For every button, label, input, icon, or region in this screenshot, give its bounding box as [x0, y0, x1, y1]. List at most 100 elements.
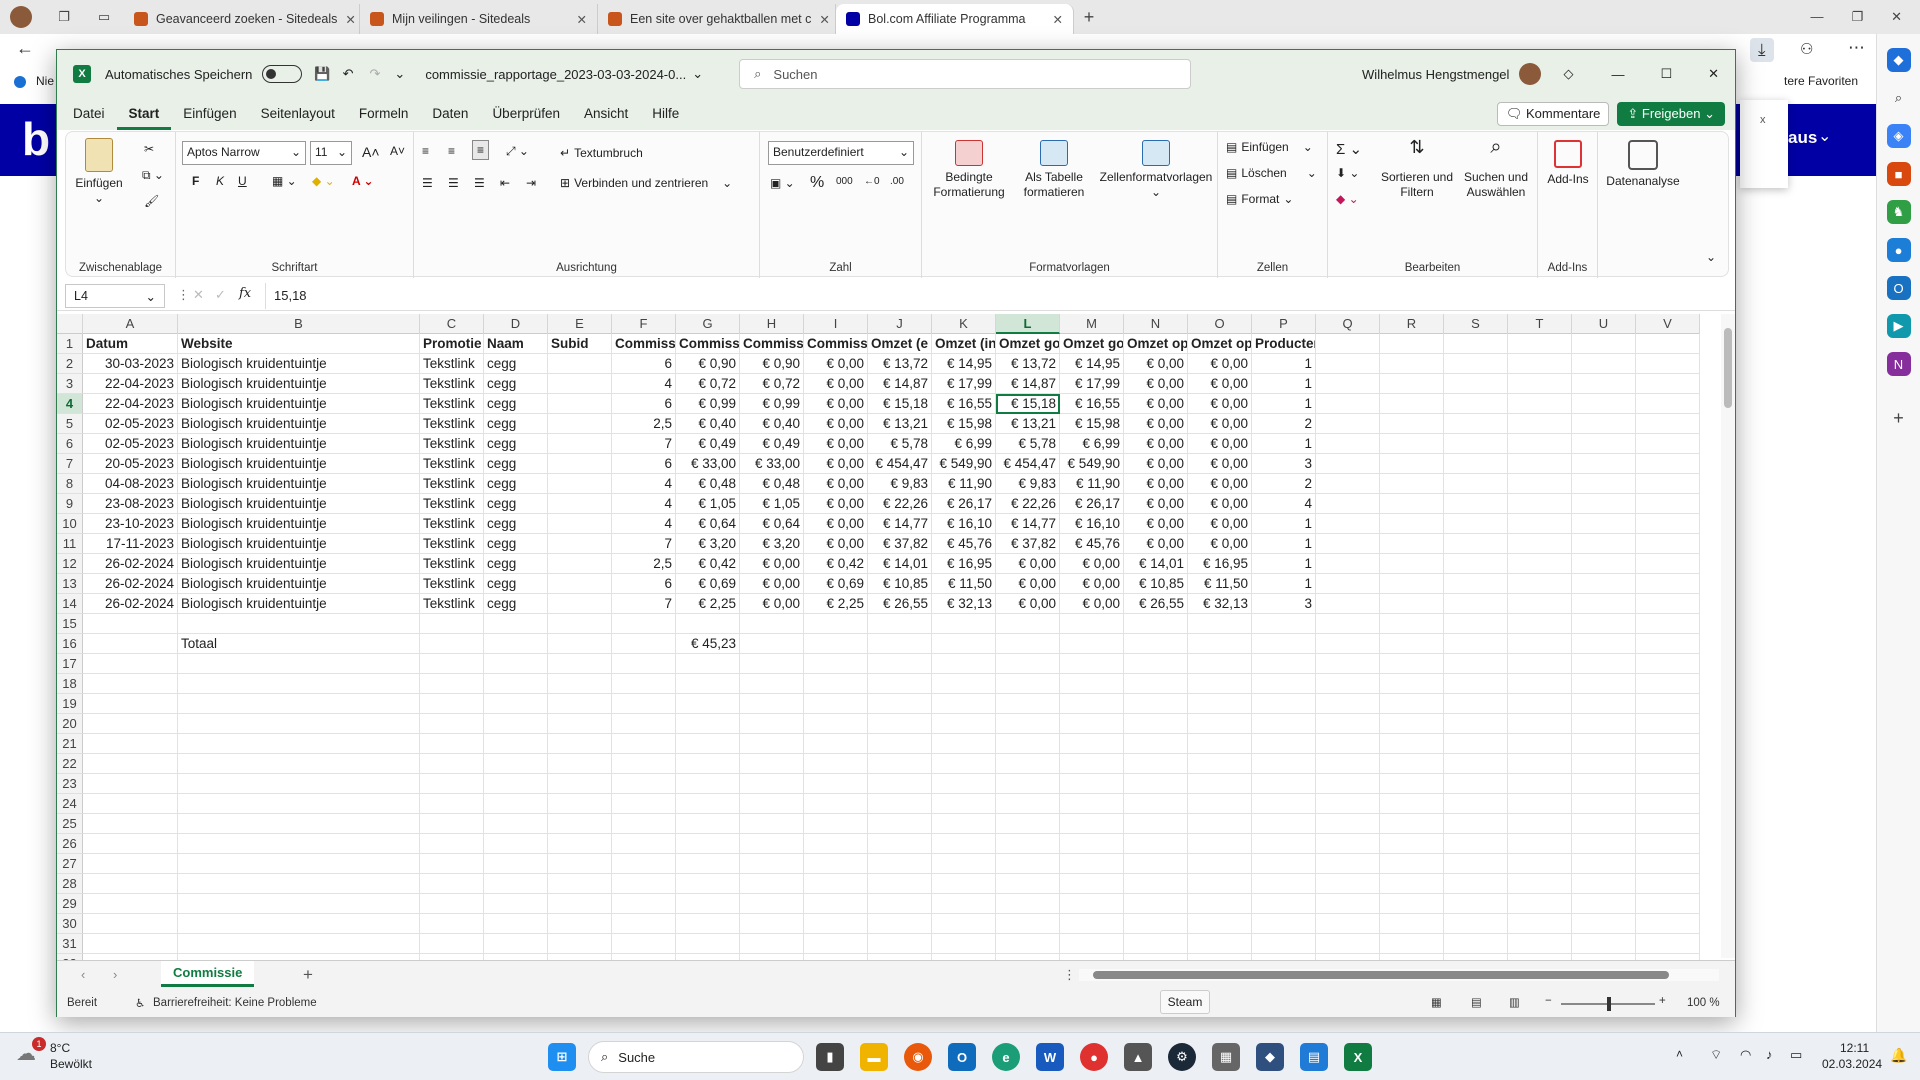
cell[interactable]: [178, 914, 420, 934]
cell[interactable]: [1380, 914, 1444, 934]
cell[interactable]: Commissi: [612, 334, 676, 354]
chrome-icon[interactable]: ●: [1080, 1043, 1108, 1071]
cell[interactable]: [1060, 934, 1124, 954]
calculator-icon[interactable]: ▦: [1212, 1043, 1240, 1071]
cell[interactable]: [178, 814, 420, 834]
cell[interactable]: [676, 614, 740, 634]
file-name[interactable]: commissie_rapportage_2023-03-03-2024-0..…: [425, 67, 686, 82]
cell[interactable]: [178, 674, 420, 694]
cell[interactable]: [676, 914, 740, 934]
merge-center-button[interactable]: ⊞ Verbinden und zentrieren ⌄: [560, 176, 732, 190]
cell[interactable]: [1188, 854, 1252, 874]
cell[interactable]: [1188, 714, 1252, 734]
cell[interactable]: [484, 714, 548, 734]
column-header[interactable]: Q: [1316, 314, 1380, 334]
wrap-text-button[interactable]: ↵ Textumbruch: [560, 146, 643, 160]
cell[interactable]: [804, 874, 868, 894]
cell[interactable]: [420, 854, 484, 874]
column-header[interactable]: B: [178, 314, 420, 334]
cell[interactable]: Naam: [484, 334, 548, 354]
cell[interactable]: [548, 714, 612, 734]
cell[interactable]: 23-10-2023: [83, 514, 178, 534]
cell[interactable]: [1252, 814, 1316, 834]
cell[interactable]: € 0,40: [676, 414, 740, 434]
cell[interactable]: [676, 754, 740, 774]
cell[interactable]: [868, 874, 932, 894]
cell[interactable]: [676, 794, 740, 814]
cell[interactable]: [996, 614, 1060, 634]
cell[interactable]: € 2,25: [804, 594, 868, 614]
cell[interactable]: [1444, 534, 1508, 554]
cell[interactable]: € 13,21: [996, 414, 1060, 434]
cell[interactable]: [612, 614, 676, 634]
ribbon-tab[interactable]: Start: [116, 98, 172, 130]
cell[interactable]: [740, 854, 804, 874]
popup-close-button[interactable]: x: [1760, 114, 1766, 126]
cell[interactable]: [1572, 354, 1636, 374]
cell[interactable]: [420, 654, 484, 674]
cell[interactable]: [1124, 894, 1188, 914]
cell[interactable]: [178, 874, 420, 894]
insert-cells-button[interactable]: ▤ Einfügen ⌄: [1226, 140, 1313, 154]
cell[interactable]: [676, 694, 740, 714]
cell[interactable]: [484, 734, 548, 754]
cell[interactable]: € 0,00: [804, 354, 868, 374]
cell[interactable]: [1380, 794, 1444, 814]
cell[interactable]: [1444, 554, 1508, 574]
cell[interactable]: [1444, 814, 1508, 834]
cell[interactable]: [1252, 934, 1316, 954]
outlook-icon[interactable]: O: [948, 1043, 976, 1071]
excel-taskbar-icon[interactable]: X: [1344, 1043, 1372, 1071]
cell[interactable]: [868, 694, 932, 714]
cell[interactable]: [1060, 674, 1124, 694]
cell[interactable]: [1444, 454, 1508, 474]
cell[interactable]: [1316, 454, 1380, 474]
cell[interactable]: [740, 614, 804, 634]
row-header[interactable]: 7: [57, 454, 83, 474]
cell[interactable]: [612, 694, 676, 714]
cell[interactable]: [868, 714, 932, 734]
column-header[interactable]: L: [996, 314, 1060, 334]
cell[interactable]: [932, 654, 996, 674]
cell[interactable]: [1252, 794, 1316, 814]
cell[interactable]: Tekstlink: [420, 354, 484, 374]
cell[interactable]: [1636, 894, 1700, 914]
cell[interactable]: [1508, 594, 1572, 614]
cell[interactable]: [1380, 854, 1444, 874]
cell[interactable]: [1380, 414, 1444, 434]
row-header[interactable]: 3: [57, 374, 83, 394]
column-header[interactable]: F: [612, 314, 676, 334]
format-as-table-button[interactable]: Als Tabelle formatieren: [1014, 140, 1094, 200]
prev-sheet-icon[interactable]: ‹: [81, 967, 85, 982]
cell[interactable]: € 0,00: [740, 554, 804, 574]
cell[interactable]: [1508, 814, 1572, 834]
cell[interactable]: [1508, 554, 1572, 574]
cell[interactable]: [740, 874, 804, 894]
cell[interactable]: [1636, 554, 1700, 574]
increase-indent-icon[interactable]: ⇥: [526, 176, 536, 190]
cell[interactable]: 4: [1252, 494, 1316, 514]
cell[interactable]: [1636, 514, 1700, 534]
cell[interactable]: [548, 434, 612, 454]
number-format-select[interactable]: Benutzerdefiniert ⌄: [768, 141, 914, 165]
cell[interactable]: € 13,72: [868, 354, 932, 374]
decrease-indent-icon[interactable]: ⇤: [500, 176, 510, 190]
cell[interactable]: cegg: [484, 454, 548, 474]
cell[interactable]: [1380, 634, 1444, 654]
sort-filter-button[interactable]: ⇅ Sortieren und Filtern: [1378, 138, 1456, 200]
drop-icon[interactable]: ▶: [1886, 314, 1911, 338]
cell[interactable]: [1380, 434, 1444, 454]
cell[interactable]: [1380, 874, 1444, 894]
row-header[interactable]: 4: [57, 394, 83, 414]
cell[interactable]: [1380, 594, 1444, 614]
cell[interactable]: [612, 874, 676, 894]
cell[interactable]: [1444, 834, 1508, 854]
cell[interactable]: € 22,26: [868, 494, 932, 514]
minimize-icon[interactable]: —: [1810, 9, 1823, 25]
cell[interactable]: [676, 734, 740, 754]
cell[interactable]: [1636, 714, 1700, 734]
cell[interactable]: € 0,99: [676, 394, 740, 414]
cell[interactable]: [1508, 514, 1572, 534]
cell[interactable]: € 0,00: [1188, 414, 1252, 434]
increase-decimal-icon[interactable]: ←0: [864, 176, 880, 187]
